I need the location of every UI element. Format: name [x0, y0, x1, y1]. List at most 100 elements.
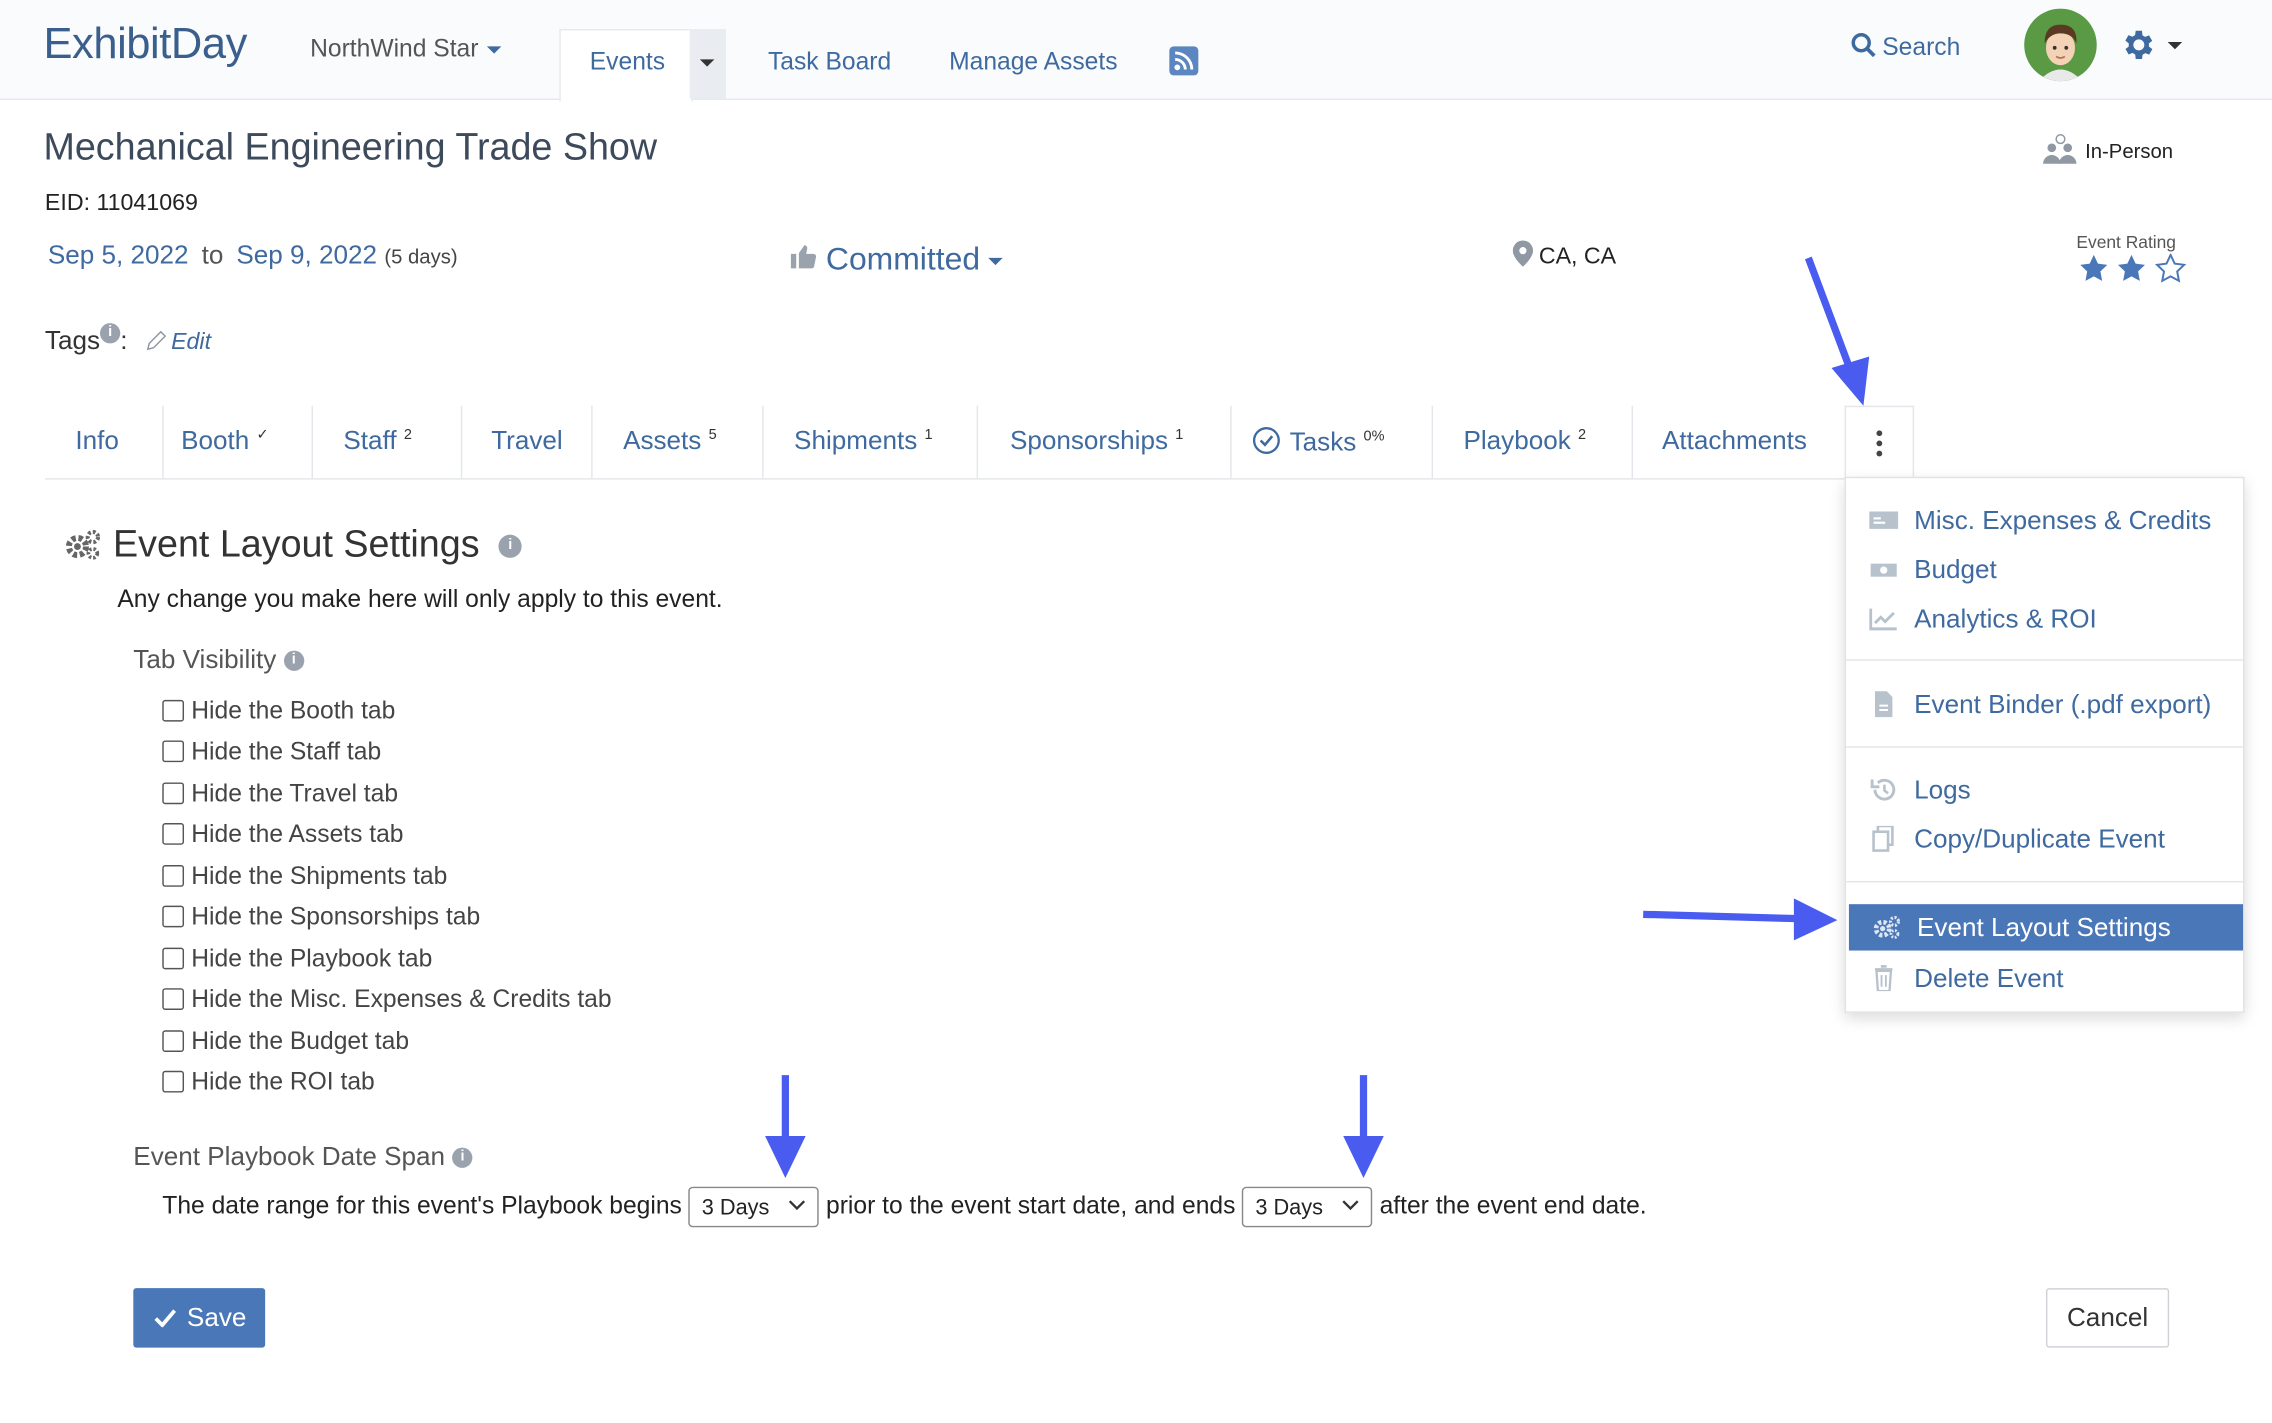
star-filled-icon[interactable]: [2078, 254, 2110, 284]
start-date[interactable]: Sep 5, 2022: [48, 241, 189, 270]
menu-item-analytics[interactable]: Analytics & ROI: [1846, 596, 2243, 642]
checkbox-hide-staff[interactable]: Hide the Staff tab: [162, 738, 381, 767]
tab-travel[interactable]: Travel: [462, 405, 593, 479]
checkbox[interactable]: [162, 1030, 185, 1052]
more-tabs-button[interactable]: [1844, 405, 1915, 479]
save-label: Save: [186, 1302, 247, 1332]
tab-attachments[interactable]: Attachments: [1633, 406, 1845, 478]
checkbox[interactable]: [162, 823, 185, 845]
save-button[interactable]: Save: [133, 1288, 266, 1348]
checkbox-hide-travel[interactable]: Hide the Travel tab: [162, 780, 398, 809]
user-avatar[interactable]: [2024, 8, 2097, 82]
map-pin-icon: [1512, 240, 1534, 267]
menu-label: Misc. Expenses & Credits: [1914, 505, 2212, 535]
menu-item-logs[interactable]: Logs: [1846, 767, 2243, 813]
checkbox-hide-playbook[interactable]: Hide the Playbook tab: [162, 945, 432, 974]
checkbox[interactable]: [162, 988, 185, 1010]
event-rating[interactable]: [2078, 252, 2187, 292]
menu-item-event-binder[interactable]: Event Binder (.pdf export): [1846, 681, 2243, 727]
menu-divider: [1846, 746, 2244, 748]
star-filled-icon[interactable]: [2116, 254, 2148, 284]
checkbox-label: Hide the Staff tab: [191, 737, 382, 766]
checkbox-hide-booth[interactable]: Hide the Booth tab: [162, 697, 395, 726]
tab-label: Assets: [623, 426, 702, 455]
checkbox[interactable]: [162, 740, 185, 763]
annotation-arrow-icon: [1643, 898, 1838, 941]
nav-events-dropdown[interactable]: [689, 28, 726, 99]
tab-label: Sponsorships: [1009, 426, 1169, 455]
checkbox[interactable]: [162, 1070, 185, 1093]
pdf-file-icon: [1875, 691, 1893, 718]
org-name: NorthWind Star: [310, 34, 479, 63]
search-label: Search: [1882, 33, 1961, 61]
search-button[interactable]: Search: [1850, 32, 1960, 62]
chevron-down-icon: [789, 1200, 806, 1211]
checkbox[interactable]: [162, 947, 185, 970]
edit-tags-link[interactable]: Edit: [146, 330, 211, 355]
tab-badge: 1: [924, 427, 933, 444]
rating-label: Event Rating: [2076, 231, 2176, 253]
chevron-down-icon: [2167, 42, 2183, 50]
nav-manage-assets[interactable]: Manage Assets: [949, 48, 1117, 77]
money-icon: [1870, 563, 1897, 577]
info-icon[interactable]: i: [283, 650, 304, 672]
tab-playbook[interactable]: Playbook 2: [1433, 405, 1634, 479]
cancel-button[interactable]: Cancel: [2045, 1288, 2170, 1348]
end-date[interactable]: Sep 9, 2022: [236, 241, 377, 270]
menu-item-budget[interactable]: Budget: [1846, 546, 2243, 592]
menu-label: Budget: [1914, 554, 1997, 584]
info-icon[interactable]: i: [498, 534, 522, 559]
menu-item-delete-event[interactable]: Delete Event: [1846, 955, 2243, 1001]
menu-label: Logs: [1914, 775, 1971, 805]
tab-badge: 0%: [1363, 428, 1385, 445]
format-label: In-Person: [2085, 139, 2174, 163]
tab-badge: 1: [1175, 427, 1184, 444]
tab-badge: 2: [1578, 427, 1587, 444]
star-empty-icon[interactable]: [2154, 252, 2187, 284]
checkbox[interactable]: [162, 699, 185, 722]
tab-sponsorships[interactable]: Sponsorships 1: [978, 405, 1232, 479]
org-switcher[interactable]: NorthWind Star: [310, 35, 502, 64]
checkbox-label: Hide the Shipments tab: [191, 862, 448, 890]
copy-icon: [1872, 825, 1894, 852]
tab-label: Attachments: [1662, 426, 1807, 455]
menu-item-copy-event[interactable]: Copy/Duplicate Event: [1846, 816, 2243, 862]
nav-task-board[interactable]: Task Board: [768, 48, 891, 77]
playbook-begins-select[interactable]: 3 Days: [688, 1186, 820, 1228]
checkbox-hide-roi[interactable]: Hide the ROI tab: [162, 1068, 375, 1097]
tab-tasks[interactable]: Tasks 0%: [1232, 405, 1434, 479]
checkbox-hide-misc-expenses[interactable]: Hide the Misc. Expenses & Credits tab: [162, 985, 612, 1014]
settings-menu[interactable]: [2118, 26, 2183, 71]
tab-info[interactable]: Info: [45, 405, 164, 479]
checkbox-hide-sponsorships[interactable]: Hide the Sponsorships tab: [162, 903, 480, 932]
checkbox[interactable]: [162, 905, 185, 928]
tab-booth[interactable]: Booth ✓: [164, 405, 313, 479]
section-title: Event Layout Settings i: [64, 522, 522, 567]
rss-feed-icon[interactable]: [1169, 46, 1199, 76]
checkbox-hide-budget[interactable]: Hide the Budget tab: [162, 1027, 409, 1056]
more-options-menu: Misc. Expenses & Credits Budget Analytic…: [1844, 476, 2245, 1013]
annotation-arrow-icon: [765, 1075, 806, 1179]
playbook-ends-select[interactable]: 3 Days: [1242, 1186, 1373, 1228]
info-icon[interactable]: i: [100, 323, 121, 344]
checkbox[interactable]: [162, 865, 185, 887]
tab-assets[interactable]: Assets 5: [593, 405, 764, 479]
checkbox-hide-assets[interactable]: Hide the Assets tab: [162, 820, 404, 849]
menu-label: Event Binder (.pdf export): [1914, 689, 2212, 719]
info-icon[interactable]: i: [452, 1147, 473, 1169]
tab-staff[interactable]: Staff 2: [313, 405, 463, 479]
menu-item-misc-expenses[interactable]: Misc. Expenses & Credits: [1846, 497, 2243, 543]
checkbox[interactable]: [162, 782, 185, 805]
tab-shipments[interactable]: Shipments 1: [764, 405, 979, 479]
nav-events-tab[interactable]: Events: [559, 28, 693, 102]
span-text: after the event end date.: [1379, 1191, 1647, 1220]
app-logo[interactable]: ExhibitDay: [43, 20, 247, 69]
menu-item-event-layout-settings[interactable]: Event Layout Settings: [1848, 904, 2244, 951]
menu-label: Copy/Duplicate Event: [1914, 824, 2165, 854]
settings-note: Any change you make here will only apply…: [117, 585, 723, 613]
tags-label: Tags: [44, 326, 101, 356]
span-text: prior to the event start date, and ends: [825, 1191, 1236, 1220]
status-dropdown[interactable]: Committed: [788, 241, 1004, 279]
checkbox-hide-shipments[interactable]: Hide the Shipments tab: [162, 862, 447, 891]
select-value: 3 Days: [1255, 1195, 1324, 1221]
